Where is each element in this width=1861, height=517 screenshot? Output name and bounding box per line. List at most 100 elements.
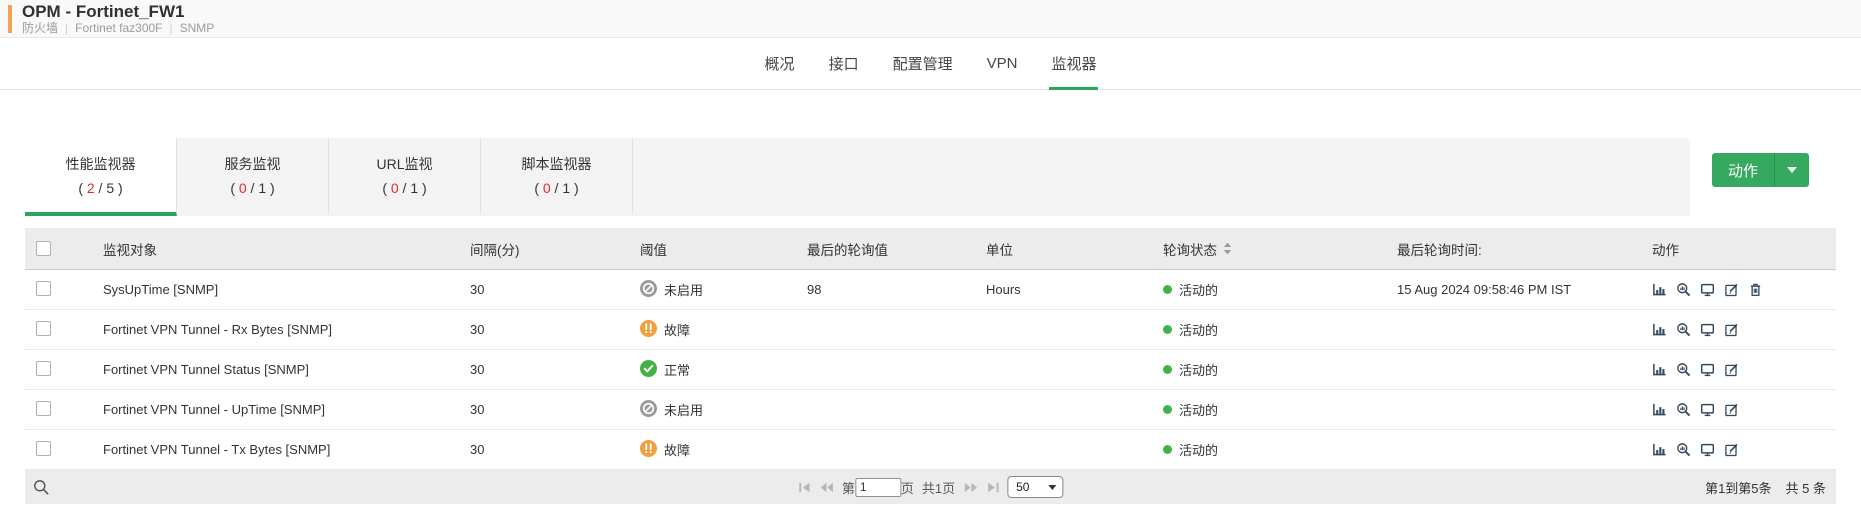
search-report-icon[interactable] — [1676, 362, 1691, 377]
green-dot-icon — [1163, 445, 1172, 454]
monitor-tab-service[interactable]: 服务监视 ( 0 / 1 ) — [177, 138, 329, 216]
tab-overview[interactable]: 概况 — [763, 38, 797, 89]
bar-chart-icon[interactable] — [1652, 282, 1667, 297]
monitor-tab-strip: 性能监视器 ( 2 / 5 ) 服务监视 ( 0 / 1 ) URL监视 ( 0… — [25, 138, 1690, 216]
monitor-tab-count: ( 0 / 1 ) — [534, 180, 579, 196]
last-page-icon[interactable] — [986, 481, 999, 494]
row-checkbox[interactable] — [36, 360, 51, 376]
page-size-select[interactable]: 50 — [1007, 476, 1064, 498]
page-size-select-wrap: 50 — [1007, 476, 1064, 498]
search-report-icon[interactable] — [1676, 282, 1691, 297]
check-circle-icon — [640, 359, 657, 380]
col-threshold: 阈值 — [640, 242, 667, 258]
device-tab-bar: 概况 接口 配置管理 VPN 监视器 — [0, 38, 1861, 90]
select-all-checkbox[interactable] — [36, 241, 51, 256]
table-row: Fortinet VPN Tunnel - UpTime [SNMP] 30 未… — [25, 390, 1836, 430]
poll-status-cell: 活动的 — [1163, 360, 1397, 379]
row-actions — [1652, 322, 1836, 337]
device-model: Fortinet faz300F — [75, 21, 163, 35]
col-interval: 间隔(分) — [470, 242, 520, 258]
row-actions — [1652, 442, 1836, 457]
last-poll-time: 15 Aug 2024 09:58:46 PM IST — [1397, 282, 1572, 297]
device-category: 防火墙 — [22, 21, 59, 35]
monitor-name: Fortinet VPN Tunnel - UpTime [SNMP] — [103, 402, 326, 417]
prev-page-icon[interactable] — [819, 481, 834, 494]
threshold-cell: 故障 — [640, 439, 807, 460]
row-checkbox[interactable] — [36, 440, 51, 456]
threshold-label: 故障 — [664, 443, 691, 458]
monitor-interval: 30 — [470, 402, 485, 417]
monitor-tab-performance[interactable]: 性能监视器 ( 2 / 5 ) — [25, 138, 177, 216]
monitor-interval: 30 — [470, 322, 485, 337]
tab-monitors[interactable]: 监视器 — [1049, 38, 1099, 90]
table-row: Fortinet VPN Tunnel Status [SNMP] 30 正常 … — [25, 350, 1836, 390]
edit-icon[interactable] — [1724, 362, 1739, 377]
bar-chart-icon[interactable] — [1652, 322, 1667, 337]
monitor-name: Fortinet VPN Tunnel Status [SNMP] — [103, 362, 309, 377]
poll-status-cell: 活动的 — [1163, 320, 1397, 339]
edit-icon[interactable] — [1724, 322, 1739, 337]
row-actions — [1652, 362, 1836, 377]
threshold-label: 未启用 — [664, 283, 704, 298]
monitor-tab-script[interactable]: 脚本监视器 ( 0 / 1 ) — [481, 138, 633, 216]
col-poll-status[interactable]: 轮询状态 — [1163, 239, 1397, 259]
monitor-tab-url[interactable]: URL监视 ( 0 / 1 ) — [329, 138, 481, 216]
row-checkbox[interactable] — [36, 400, 51, 416]
exclamation-circle-icon — [640, 319, 657, 340]
bar-chart-icon[interactable] — [1652, 442, 1667, 457]
tab-config-management[interactable]: 配置管理 — [891, 38, 955, 89]
actions-button-group: 动作 — [1690, 138, 1836, 187]
row-actions — [1652, 402, 1836, 417]
display-icon[interactable] — [1700, 282, 1715, 297]
green-dot-icon — [1163, 285, 1172, 294]
last-poll-value: 98 — [807, 282, 822, 297]
threshold-cell: 未启用 — [640, 279, 807, 300]
edit-icon[interactable] — [1724, 402, 1739, 417]
monitors-content: 性能监视器 ( 2 / 5 ) 服务监视 ( 0 / 1 ) URL监视 ( 0… — [25, 138, 1836, 504]
display-icon[interactable] — [1700, 362, 1715, 377]
record-total: 共 5 条 — [1785, 480, 1826, 496]
edit-icon[interactable] — [1724, 442, 1739, 457]
search-report-icon[interactable] — [1676, 442, 1691, 457]
bar-chart-icon[interactable] — [1652, 362, 1667, 377]
table-row: Fortinet VPN Tunnel - Tx Bytes [SNMP] 30… — [25, 430, 1836, 470]
device-header: OPM - Fortinet_FW1 防火墙 | Fortinet faz300… — [0, 0, 1861, 38]
threshold-label: 未启用 — [664, 403, 704, 418]
page-number-input[interactable] — [854, 477, 901, 497]
row-checkbox[interactable] — [36, 280, 51, 296]
search-report-icon[interactable] — [1676, 402, 1691, 417]
record-summary: 第1到第5条 共 5 条 — [1705, 478, 1826, 497]
first-page-icon[interactable] — [798, 481, 811, 494]
poll-status-cell: 活动的 — [1163, 440, 1397, 459]
search-icon[interactable] — [33, 479, 50, 496]
monitor-name: Fortinet VPN Tunnel - Rx Bytes [SNMP] — [103, 322, 333, 337]
record-range: 第1到第5条 — [1705, 480, 1772, 496]
total-pages-label: 共1页 — [921, 480, 956, 496]
tab-vpn[interactable]: VPN — [985, 38, 1020, 89]
monitor-tab-count: ( 0 / 1 ) — [382, 180, 427, 196]
pagination: 第 页 共1页 50 — [798, 476, 1064, 498]
bar-chart-icon[interactable] — [1652, 402, 1667, 417]
edit-icon[interactable] — [1724, 282, 1739, 297]
row-checkbox[interactable] — [36, 320, 51, 336]
search-report-icon[interactable] — [1676, 322, 1691, 337]
display-icon[interactable] — [1700, 442, 1715, 457]
ban-circle-icon — [640, 399, 657, 420]
green-dot-icon — [1163, 325, 1172, 334]
delete-icon[interactable] — [1748, 282, 1763, 297]
tab-interfaces[interactable]: 接口 — [827, 38, 861, 89]
monitor-tab-label: URL监视 — [376, 156, 433, 172]
threshold-label: 正常 — [664, 363, 691, 378]
table-row: Fortinet VPN Tunnel - Rx Bytes [SNMP] 30… — [25, 310, 1836, 350]
sort-arrows-icon[interactable] — [1223, 242, 1232, 255]
display-icon[interactable] — [1700, 322, 1715, 337]
threshold-cell: 故障 — [640, 319, 807, 340]
actions-dropdown-toggle[interactable] — [1774, 153, 1809, 187]
meta-separator: | — [169, 21, 173, 35]
actions-button[interactable]: 动作 — [1712, 153, 1774, 187]
monitor-interval: 30 — [470, 442, 485, 457]
display-icon[interactable] — [1700, 402, 1715, 417]
next-page-icon[interactable] — [963, 481, 978, 494]
col-actions: 动作 — [1652, 242, 1679, 258]
poll-status-label: 活动的 — [1179, 283, 1219, 298]
